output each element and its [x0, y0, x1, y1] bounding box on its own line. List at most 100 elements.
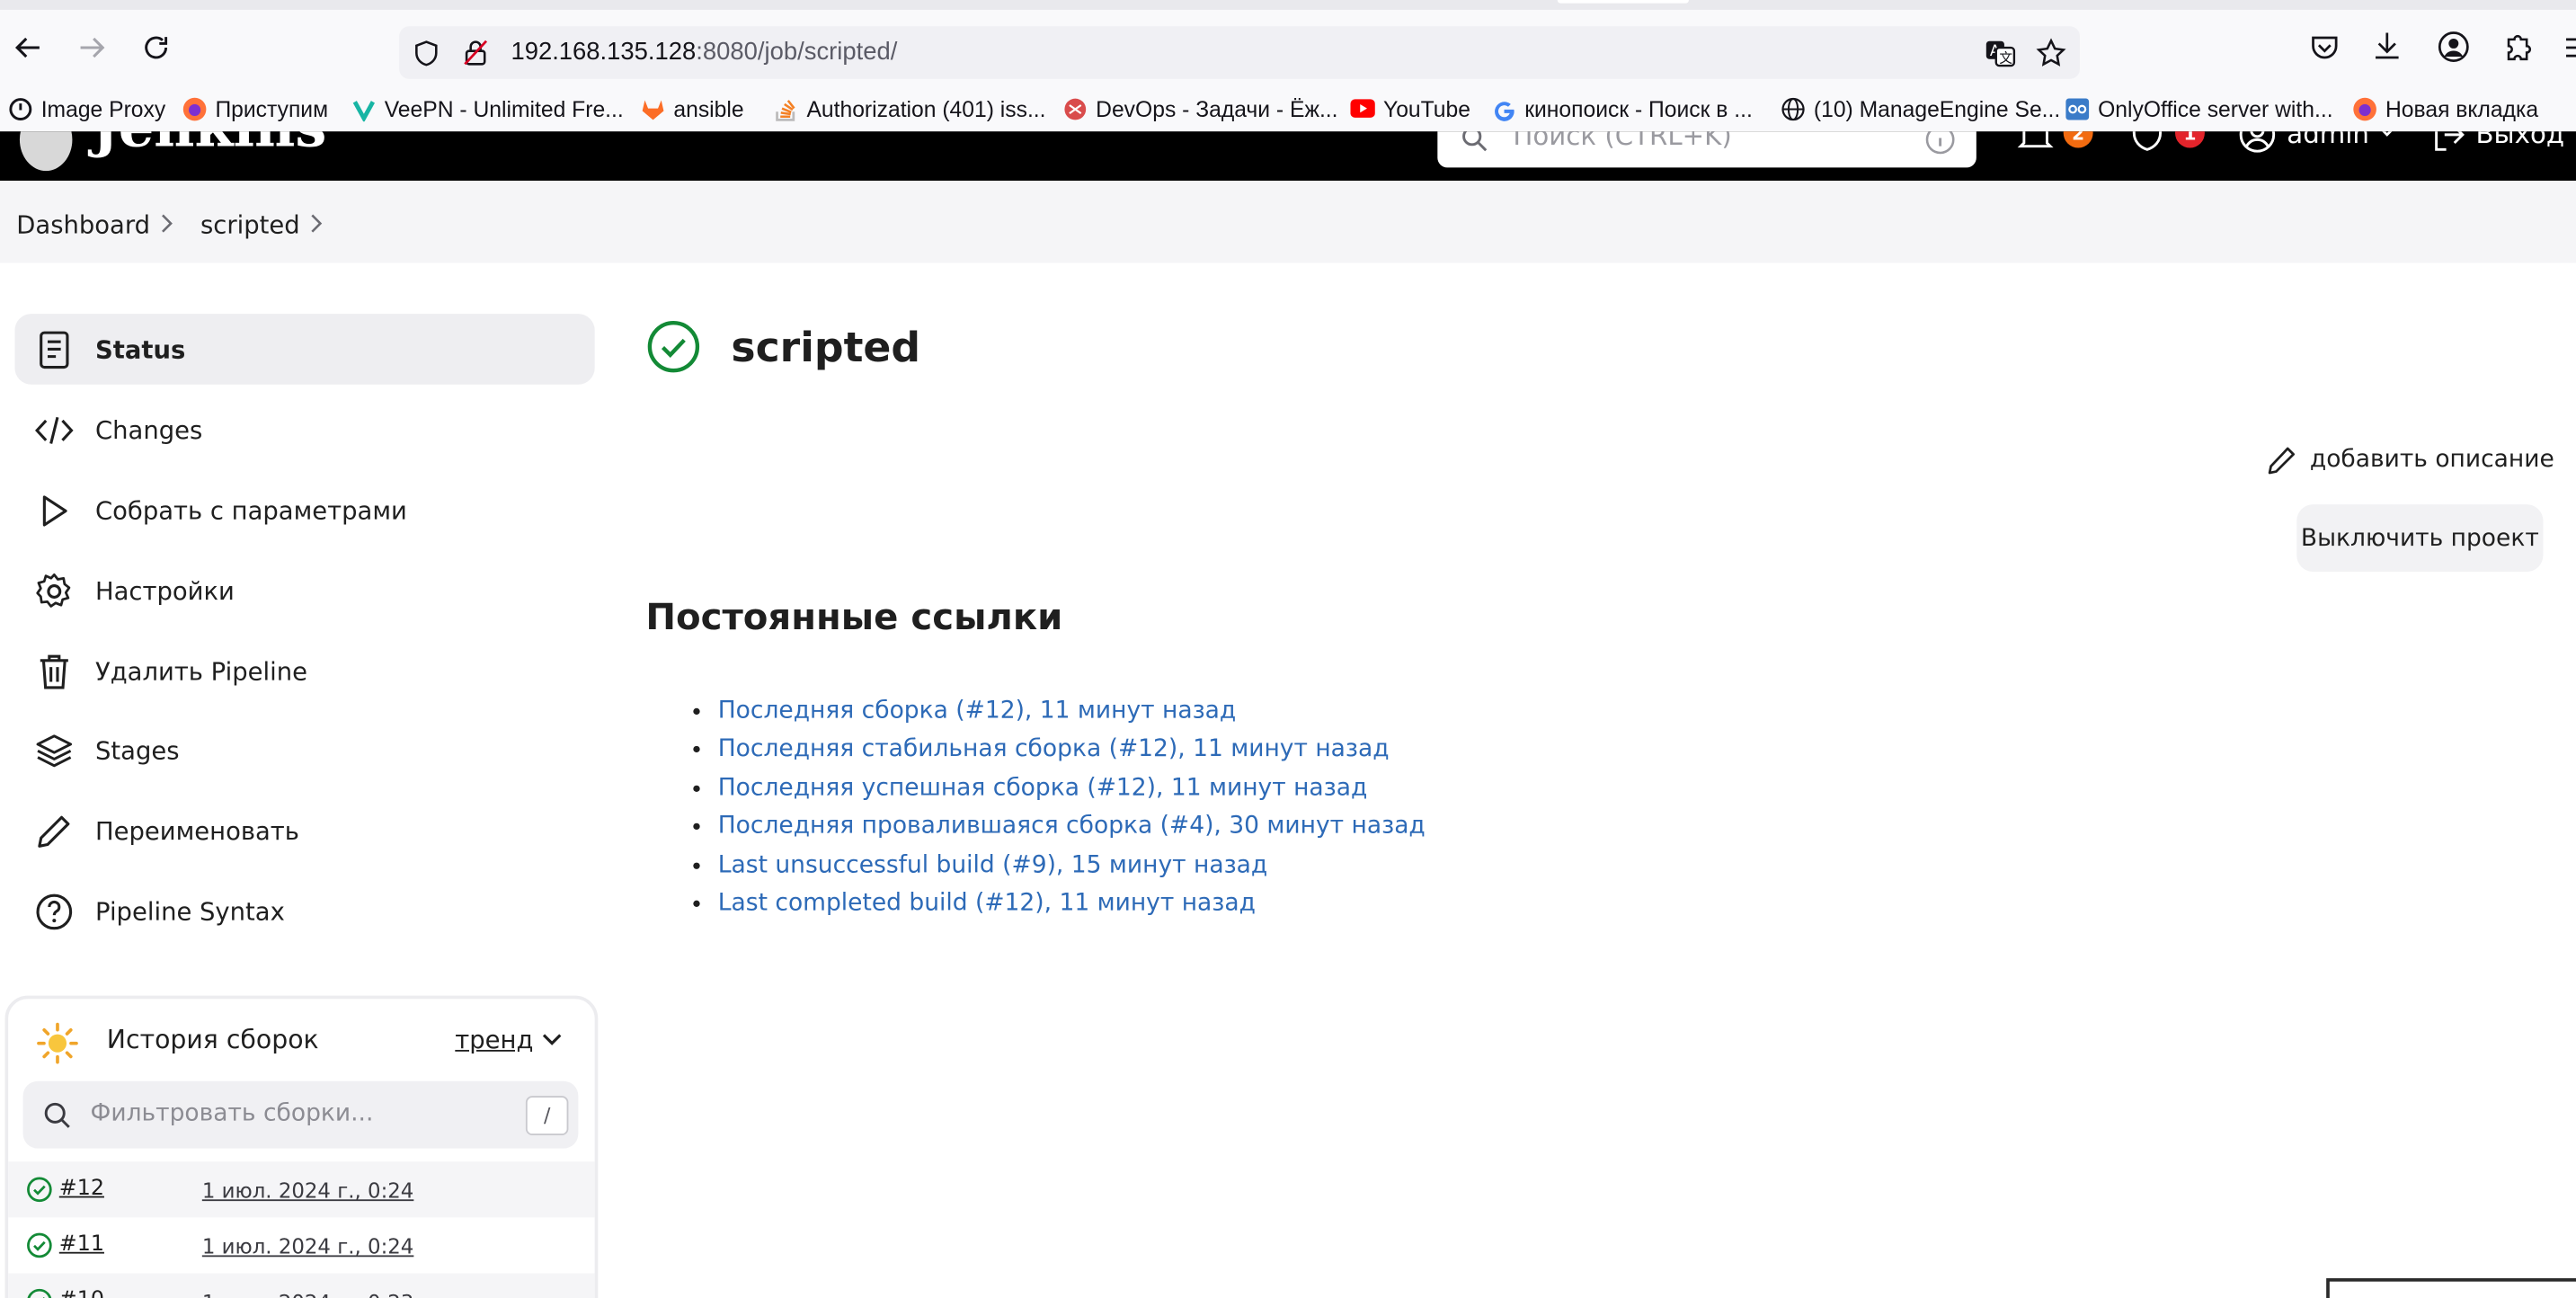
search-help-icon[interactable] [1923, 131, 1957, 156]
global-search-input[interactable]: Поиск (CTRL+K) [1437, 131, 1976, 168]
permalinks-heading: Постоянные ссылки [645, 598, 1063, 640]
chevron-right-icon[interactable] [307, 212, 324, 236]
bookmark-pristupim[interactable]: Приступим [182, 93, 328, 123]
svg-text:文: 文 [1999, 50, 2012, 66]
notifications-bell-icon[interactable] [2017, 131, 2054, 155]
reload-button[interactable] [137, 28, 176, 67]
logout-link[interactable]: Выход [2475, 131, 2564, 149]
bookmark-authorization[interactable]: Authorization (401) iss... [774, 93, 1046, 123]
breadcrumb-dashboard[interactable]: Dashboard [16, 210, 150, 240]
sidebar-item-status[interactable]: Status [14, 314, 595, 385]
security-shield-icon[interactable] [2129, 131, 2165, 155]
sidebar-item-pipeline-syntax[interactable]: Pipeline Syntax [14, 876, 594, 947]
forward-arrow-icon [80, 37, 105, 58]
sun-weather-icon [37, 1022, 78, 1064]
gear-icon [33, 569, 76, 612]
bookmark-new-tab[interactable]: Новая вкладка [2352, 93, 2538, 123]
build-date-link[interactable]: 1 июл. 2024 г., 0:23 [202, 1290, 414, 1298]
build-number-link[interactable]: #10 [59, 1288, 104, 1298]
build-row[interactable]: #10 1 июл. 2024 г., 0:23 [8, 1273, 595, 1298]
build-history-title: История сборок [106, 1025, 319, 1055]
success-check-icon [27, 1288, 52, 1298]
permalink-last-failed-build[interactable]: Последняя провалившаяся сборка (#4), 30 … [718, 813, 1426, 840]
bookmark-devops[interactable]: DevOps - Задачи - Ёж... [1063, 93, 1338, 123]
download-icon[interactable] [2371, 30, 2404, 63]
bookmark-image-proxy[interactable]: Image Proxy [8, 93, 165, 123]
build-row[interactable]: #12 1 июл. 2024 г., 0:24 [8, 1161, 595, 1218]
permalink-last-completed-build[interactable]: Last completed build (#12), 11 минут наз… [718, 891, 1256, 917]
pencil-icon [2268, 447, 2295, 475]
bookmark-ansible[interactable]: ansible [641, 93, 744, 123]
list-item: Последняя успешная сборка (#12), 11 мину… [718, 770, 1426, 809]
translate-icon[interactable]: A文 [1985, 38, 2016, 69]
notifications-count-badge[interactable]: 2 [2063, 131, 2093, 148]
build-date-link[interactable]: 1 июл. 2024 г., 0:24 [202, 1234, 414, 1258]
disable-project-button[interactable]: Выключить проект [2296, 504, 2544, 573]
pocket-icon[interactable] [2308, 31, 2341, 65]
trend-link[interactable]: тренд [455, 1026, 533, 1055]
success-check-icon [27, 1177, 52, 1203]
breadcrumb-scripted[interactable]: scripted [200, 210, 300, 240]
veepn-icon [351, 96, 376, 121]
sidebar-item-label: Changes [95, 414, 203, 445]
sidebar-item-settings[interactable]: Настройки [14, 556, 594, 627]
sidebar-item-stages[interactable]: Stages [14, 715, 594, 786]
search-icon [1462, 131, 1488, 152]
account-icon[interactable] [2437, 30, 2471, 64]
build-row[interactable]: #11 1 июл. 2024 г., 0:24 [8, 1217, 595, 1273]
extensions-icon[interactable] [2502, 30, 2536, 63]
sidebar-item-label: Переименовать [95, 815, 299, 846]
firefox-icon [2352, 96, 2376, 120]
sidebar-item-label: Stages [95, 734, 180, 765]
security-count-badge[interactable]: 1 [2175, 131, 2205, 148]
permalink-last-successful-build[interactable]: Последняя успешная сборка (#12), 11 мину… [718, 775, 1368, 801]
list-item: Последняя сборка (#12), 11 минут назад [718, 693, 1426, 732]
jenkins-logo-text[interactable]: Jenkins [92, 131, 326, 161]
build-number-link[interactable]: #12 [59, 1177, 104, 1201]
help-icon [33, 890, 76, 933]
permalink-last-stable-build[interactable]: Последняя стабильная сборка (#12), 11 ми… [718, 737, 1390, 763]
devops-icon [1063, 96, 1088, 120]
add-description-link[interactable]: добавить описание [2267, 445, 2554, 475]
chevron-down-icon[interactable] [540, 1032, 564, 1048]
user-name[interactable]: admin [2287, 131, 2369, 149]
screenshot-preview-thumbnail[interactable] [2326, 1278, 2576, 1298]
build-date-link[interactable]: 1 июл. 2024 г., 0:24 [202, 1178, 414, 1203]
bookmark-manageengine[interactable]: (10) ManageEngine Se... [1781, 93, 2060, 123]
build-filter-input[interactable]: Фильтровать сборки... / [22, 1080, 579, 1149]
insecure-lock-icon[interactable] [462, 38, 490, 67]
bookmark-youtube[interactable]: YouTube [1350, 93, 1470, 123]
onlyoffice-icon [2065, 96, 2090, 120]
sidebar-item-changes[interactable]: Changes [14, 395, 594, 466]
bookmark-veepn[interactable]: VeePN - Unlimited Fre... [351, 93, 624, 123]
permalinks-list: Последняя сборка (#12), 11 минут назад П… [677, 693, 1426, 924]
chevron-down-icon[interactable] [2379, 131, 2395, 138]
sidebar-item-rename[interactable]: Переименовать [14, 796, 594, 867]
sidebar-item-build-with-parameters[interactable]: Собрать с параметрами [14, 475, 594, 546]
address-bar[interactable]: 192.168.135.128:8080/job/scripted/ A文 [399, 26, 2080, 79]
layers-icon [33, 729, 76, 772]
gitlab-icon [641, 96, 665, 120]
back-button[interactable] [8, 28, 48, 67]
list-item: Last completed build (#12), 11 минут наз… [718, 885, 1426, 924]
bookmark-kinopoisk[interactable]: кинопоиск - Поиск в ... [1492, 93, 1753, 123]
build-number-link[interactable]: #11 [59, 1232, 104, 1257]
jenkins-logo-icon[interactable] [19, 131, 73, 172]
bookmark-star-icon[interactable] [2036, 38, 2067, 69]
active-tab[interactable] [1557, 0, 1689, 4]
sidebar-item-delete-pipeline[interactable]: Удалить Pipeline [14, 636, 594, 707]
chevron-right-icon [162, 214, 173, 233]
forward-button[interactable] [72, 28, 111, 67]
menu-icon[interactable] [2563, 31, 2576, 65]
logout-icon[interactable] [2431, 131, 2467, 155]
user-icon[interactable] [2237, 131, 2277, 155]
status-icon [33, 328, 76, 371]
firefox-icon [182, 96, 207, 120]
youtube-icon [1350, 96, 1375, 120]
url-text[interactable]: 192.168.135.128:8080/job/scripted/ [511, 38, 897, 66]
list-item: Последняя провалившаяся сборка (#4), 30 … [718, 809, 1426, 848]
permalink-last-build[interactable]: Последняя сборка (#12), 11 минут назад [718, 698, 1236, 725]
shield-icon[interactable] [413, 40, 440, 67]
bookmark-onlyoffice[interactable]: OnlyOffice server with... [2065, 93, 2333, 123]
permalink-last-unsuccessful-build[interactable]: Last unsuccessful build (#9), 15 минут н… [718, 852, 1267, 878]
